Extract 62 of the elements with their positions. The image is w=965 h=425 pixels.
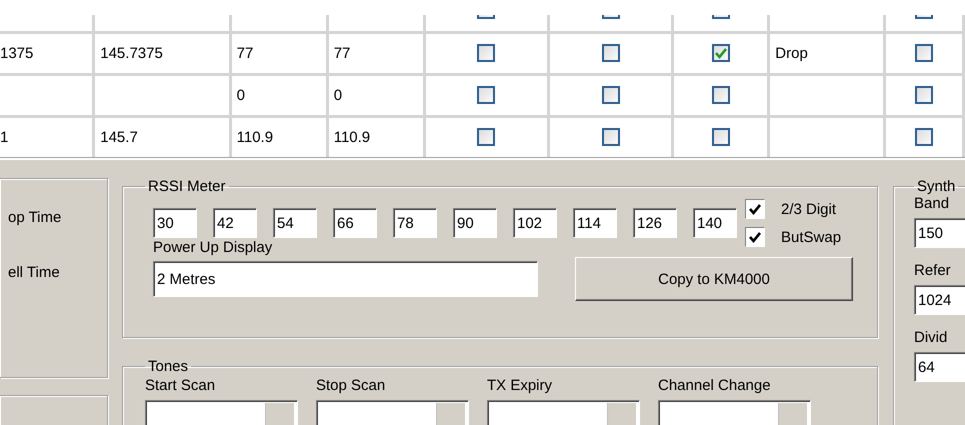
threshold-field[interactable]: 114 (573, 208, 617, 238)
table-cell: 145.7375 (100, 44, 163, 62)
dropdown[interactable] (487, 400, 640, 425)
power-up-display-field[interactable]: 2 Metres (153, 261, 538, 297)
checkbox[interactable] (915, 44, 934, 62)
threshold-field[interactable]: 140 (693, 208, 737, 238)
checkbox[interactable] (745, 227, 765, 247)
table-cell: 1 (0, 128, 8, 146)
threshold-field[interactable]: 126 (633, 208, 677, 238)
dropdown[interactable] (316, 400, 469, 425)
table-cell: 77 (236, 44, 254, 62)
checkbox[interactable] (477, 44, 496, 62)
group-title: RSSI Meter (147, 178, 227, 195)
field-label: TX Expiry (487, 377, 554, 394)
field-label: Stop Scan (316, 377, 386, 394)
checkbox[interactable] (712, 44, 730, 62)
copy-button[interactable]: Copy to KM4000 (575, 257, 853, 301)
input-field[interactable]: 64 (914, 352, 965, 382)
field-label: Start Scan (145, 377, 216, 394)
field-label: Channel Change (658, 377, 772, 394)
field-label: Divid (914, 329, 948, 346)
check-icon (748, 202, 762, 216)
field-label: Band (914, 195, 950, 212)
field-label: Refer (914, 262, 952, 279)
checkbox[interactable] (477, 128, 496, 146)
threshold-field[interactable]: 30 (153, 208, 197, 238)
checkbox[interactable] (745, 199, 765, 219)
field-label: ell Time (8, 264, 61, 281)
table-cell: 1375 (0, 44, 34, 62)
table-cell: 77 (334, 44, 350, 62)
checkbox[interactable] (915, 86, 934, 104)
table-cell: 110.9 (236, 128, 274, 146)
field-label: Power Up Display (153, 239, 274, 256)
threshold-field[interactable]: 78 (393, 208, 437, 238)
table-cell: 0 (236, 86, 245, 104)
input-field[interactable]: 150 (914, 218, 965, 248)
table-cell: Drop (775, 44, 808, 62)
threshold-field[interactable]: 102 (513, 208, 557, 238)
checkbox[interactable] (915, 128, 934, 146)
checkbox-label: 2/3 Digit (781, 200, 836, 218)
check-icon (714, 46, 728, 60)
dropdown[interactable] (658, 400, 811, 425)
input-field[interactable]: 1024 (914, 285, 965, 315)
checkbox[interactable] (602, 44, 620, 62)
check-icon (748, 230, 762, 244)
dropdown[interactable] (145, 400, 298, 425)
threshold-field[interactable]: 66 (333, 208, 377, 238)
checkbox[interactable] (712, 86, 730, 104)
threshold-field[interactable]: 90 (453, 208, 497, 238)
checkbox[interactable] (712, 128, 730, 146)
group-title: Tones (147, 358, 190, 375)
group-title: Synth (916, 178, 956, 195)
table-cell: 0 (334, 86, 342, 104)
checkbox[interactable] (477, 86, 496, 104)
table-cell: 110.9 (334, 128, 370, 146)
threshold-field[interactable]: 54 (273, 208, 317, 238)
field-label: op Time (8, 209, 62, 226)
table-cell: 145.7 (100, 128, 138, 146)
threshold-field[interactable]: 42 (213, 208, 257, 238)
checkbox-label: ButSwap (781, 228, 842, 246)
checkbox[interactable] (602, 128, 620, 146)
checkbox[interactable] (602, 86, 620, 104)
